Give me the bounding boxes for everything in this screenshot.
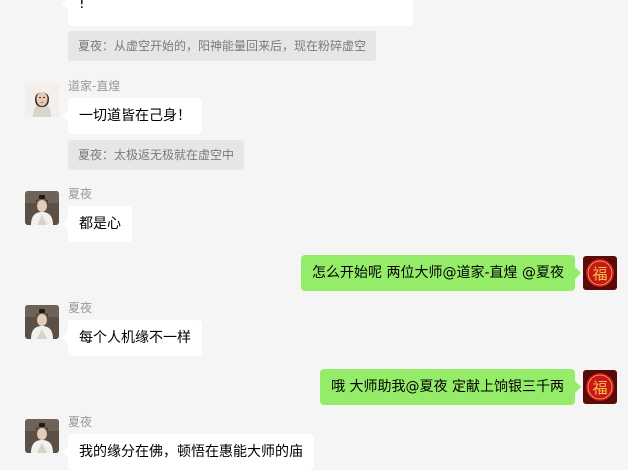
message-text: 哦 大师助我@夏夜 定献上饷银三千两 bbox=[331, 379, 564, 395]
sender-name: 夏夜 bbox=[68, 187, 93, 201]
fu-glyph: 福 bbox=[592, 379, 607, 397]
message-bubble[interactable]: 一切道皆在己身！ bbox=[62, 98, 202, 134]
quote-text: 夏夜：从虚空开始的，阳神能量回来后，现在粉碎虚空 bbox=[78, 39, 367, 53]
message-bubble[interactable]: 每个人机缘不一样 bbox=[62, 320, 202, 356]
message-text: ! bbox=[79, 0, 85, 12]
message-bubble[interactable]: 怎么开始呢 两位大师@道家-直煌 @夏夜 bbox=[301, 255, 581, 291]
message-text: 一切道皆在己身！ bbox=[79, 108, 191, 124]
message-text: 怎么开始呢 两位大师@道家-直煌 @夏夜 bbox=[312, 265, 564, 281]
quoted-message[interactable]: 夏夜：从虚空开始的，阳神能量回来后，现在粉碎虚空 bbox=[68, 31, 377, 61]
message-bubble[interactable]: ! bbox=[62, 0, 413, 26]
fu-character-avatar[interactable]: 福 bbox=[583, 370, 617, 404]
message-text: 我的缘分在佛，顿悟在惠能大师的庙 bbox=[79, 444, 303, 460]
message-text: 都是心 bbox=[79, 216, 121, 232]
message-bubble[interactable]: 都是心 bbox=[62, 206, 132, 242]
costume-portrait-avatar[interactable] bbox=[25, 419, 59, 453]
chat-message-list[interactable]: ! 夏夜：从虚空开始的，阳神能量回来后，现在粉碎虚空 道家-直煌 一切道皆在己身… bbox=[0, 0, 628, 470]
message-text: 每个人机缘不一样 bbox=[79, 330, 191, 346]
fu-character-avatar[interactable]: 福 bbox=[583, 256, 617, 290]
message-bubble[interactable]: 我的缘分在佛，顿悟在惠能大师的庙 bbox=[62, 434, 314, 470]
woman-portrait-avatar[interactable] bbox=[25, 83, 59, 117]
quoted-message[interactable]: 夏夜：太极返无极就在虚空中 bbox=[68, 140, 245, 170]
fu-glyph: 福 bbox=[592, 265, 607, 283]
sender-name: 夏夜 bbox=[68, 301, 93, 315]
sender-name: 夏夜 bbox=[68, 415, 93, 429]
costume-portrait-avatar[interactable] bbox=[25, 191, 59, 225]
costume-portrait-avatar[interactable] bbox=[25, 305, 59, 339]
sender-name: 道家-直煌 bbox=[68, 79, 121, 93]
message-bubble[interactable]: 哦 大师助我@夏夜 定献上饷银三千两 bbox=[320, 369, 581, 405]
quote-text: 夏夜：太极返无极就在虚空中 bbox=[78, 148, 235, 162]
